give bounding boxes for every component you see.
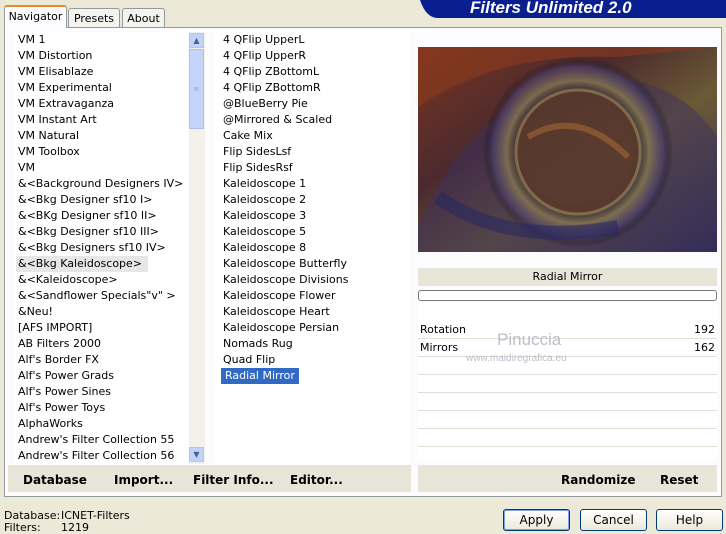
filter-item[interactable]: 4 QFlip UpperR (221, 48, 348, 64)
filter-item[interactable]: Kaleidoscope 5 (221, 224, 348, 240)
category-item[interactable]: &<BKg Designer sf10 II> (16, 208, 183, 224)
category-item[interactable]: AB Filters 2000 (16, 336, 183, 352)
filter-item[interactable]: @Mirrored & Scaled (221, 112, 348, 128)
category-item[interactable]: VM Elisablaze (16, 64, 183, 80)
filter-item[interactable]: Kaleidoscope Butterfly (221, 256, 348, 272)
editor-button[interactable]: Editor... (290, 473, 343, 487)
filter-item[interactable]: Quad Flip (221, 352, 348, 368)
filter-item[interactable]: Cake Mix (221, 128, 348, 144)
filter-item[interactable]: 4 QFlip ZBottomL (221, 64, 348, 80)
param-value: 192 (694, 323, 715, 336)
scroll-up-icon[interactable]: ▲ (189, 33, 204, 48)
tab-about[interactable]: About (122, 8, 165, 27)
filter-item[interactable]: Kaleidoscope Divisions (221, 272, 348, 288)
category-item[interactable]: &Neu! (16, 304, 183, 320)
category-item[interactable]: &<Bkg Kaleidoscope> (16, 256, 149, 272)
param-row-rotation[interactable]: Rotation 192 (418, 321, 717, 339)
category-item[interactable]: Alf's Power Toys (16, 400, 183, 416)
status-filters-label: Filters: (4, 521, 41, 534)
brand-title: Filters Unlimited 2.0 (470, 0, 632, 17)
filter-item[interactable]: Kaleidoscope 2 (221, 192, 348, 208)
brand-banner: Filters Unlimited 2.0 (420, 0, 726, 18)
category-item[interactable]: VM 1 (16, 32, 183, 48)
param-value: 162 (694, 341, 715, 354)
filter-item[interactable]: 4 QFlip ZBottomR (221, 80, 348, 96)
category-item[interactable]: Andrew's Filter Collection 56 (16, 448, 183, 464)
category-item[interactable]: VM Experimental (16, 80, 183, 96)
watermark-title: Pinuccia (497, 330, 562, 349)
category-item[interactable]: &<Bkg Designers sf10 IV> (16, 240, 183, 256)
category-item[interactable]: VM Distortion (16, 48, 183, 64)
category-item[interactable]: [AFS IMPORT] (16, 320, 183, 336)
category-item[interactable]: &<Background Designers IV> (16, 176, 183, 192)
apply-button[interactable]: Apply (503, 509, 570, 531)
filter-item[interactable]: Kaleidoscope 8 (221, 240, 348, 256)
param-row (418, 375, 717, 393)
category-item[interactable]: VM Instant Art (16, 112, 183, 128)
param-label: Mirrors (420, 341, 459, 354)
param-label: Rotation (420, 323, 467, 336)
scroll-thumb[interactable]: ≡ (189, 49, 204, 129)
watermark-url: www.maidiregrafica.eu (466, 353, 567, 364)
import-button[interactable]: Import... (114, 473, 173, 487)
status-filters-value: 1219 (61, 521, 89, 534)
tab-navigator[interactable]: Navigator (4, 5, 67, 28)
category-list[interactable]: VM 1 VM Distortion VM Elisablaze VM Experim… (13, 32, 188, 464)
scroll-down-icon[interactable]: ▼ (189, 447, 204, 462)
tab-presets[interactable]: Presets (68, 8, 120, 27)
category-item[interactable]: AlphaWorks (16, 416, 183, 432)
category-item[interactable]: &<Sandflower Specials"v" > (16, 288, 183, 304)
category-item[interactable]: VM Natural (16, 128, 183, 144)
category-item[interactable]: Andrew's Filter Collection 55 (16, 432, 183, 448)
filter-item[interactable]: Kaleidoscope 1 (221, 176, 348, 192)
param-row (418, 411, 717, 429)
cancel-button[interactable]: Cancel (580, 509, 647, 531)
category-item[interactable]: &<Bkg Designer sf10 III> (16, 224, 183, 240)
filter-item[interactable]: Kaleidoscope Flower (221, 288, 348, 304)
category-scrollbar[interactable]: ▲ ≡ ▼ (189, 32, 205, 464)
progress-bar (418, 290, 717, 301)
filter-item[interactable]: Flip SidesRsf (221, 160, 348, 176)
category-item[interactable]: &<Bkg Designer sf10 I> (16, 192, 183, 208)
category-item[interactable]: Alf's Power Grads (16, 368, 183, 384)
filter-name: Radial Mirror (418, 268, 717, 286)
filter-item[interactable]: 4 QFlip UpperL (221, 32, 348, 48)
randomize-button[interactable]: Randomize (561, 473, 635, 487)
filter-item[interactable]: @BlueBerry Pie (221, 96, 348, 112)
filter-item[interactable]: Radial Mirror (221, 368, 299, 384)
param-row (418, 357, 717, 375)
category-item[interactable]: Alf's Border FX (16, 352, 183, 368)
filter-item[interactable]: Kaleidoscope Heart (221, 304, 348, 320)
help-button[interactable]: Help (656, 509, 723, 531)
filter-item[interactable]: Kaleidoscope Persian (221, 320, 348, 336)
param-row-mirrors[interactable]: Mirrors 162 (418, 339, 717, 357)
param-row (418, 429, 717, 447)
category-item[interactable]: Alf's Power Sines (16, 384, 183, 400)
reset-button[interactable]: Reset (660, 473, 698, 487)
category-item[interactable]: &<Kaleidoscope> (16, 272, 183, 288)
category-item[interactable]: VM Toolbox (16, 144, 183, 160)
filter-item[interactable]: Kaleidoscope 3 (221, 208, 348, 224)
category-item[interactable]: VM Extravaganza (16, 96, 183, 112)
database-button[interactable]: Database (23, 473, 87, 487)
category-item[interactable]: VM (16, 160, 183, 176)
preview-image (418, 47, 717, 252)
filter-list[interactable]: 4 QFlip UpperL 4 QFlip UpperR 4 QFlip ZBot… (214, 32, 411, 464)
filter-info-button[interactable]: Filter Info... (193, 473, 274, 487)
filter-item[interactable]: Flip SidesLsf (221, 144, 348, 160)
filter-item[interactable]: Nomads Rug (221, 336, 348, 352)
param-row (418, 393, 717, 411)
